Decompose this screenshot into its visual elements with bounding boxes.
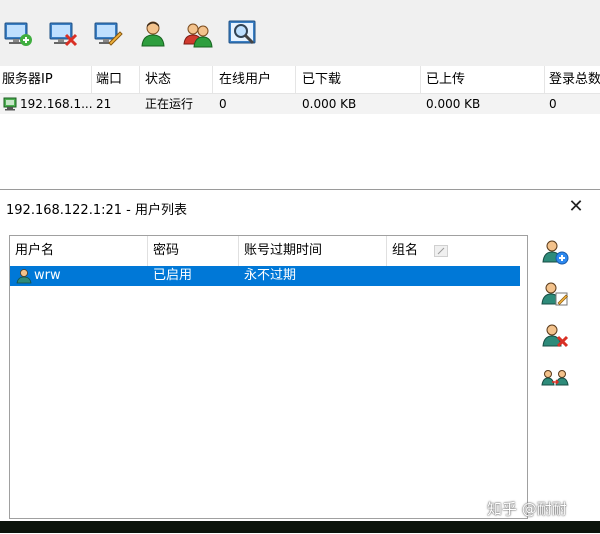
edit-user-icon	[541, 282, 568, 306]
close-icon[interactable]: ✕	[566, 197, 586, 217]
column-header-password[interactable]: 密码	[148, 236, 239, 266]
edit-user-button[interactable]	[541, 280, 569, 308]
delete-user-button[interactable]	[541, 322, 569, 350]
add-user-button[interactable]	[541, 238, 569, 266]
user-list-dialog: 192.168.122.1:21 - 用户列表 ✕ 用户名 密码 账号过期时间 …	[0, 189, 600, 534]
delete-server-button[interactable]	[47, 18, 79, 50]
server-status: 正在运行	[145, 97, 194, 111]
watermark: 知乎 @耐耐	[487, 500, 567, 518]
search-button[interactable]	[227, 18, 259, 50]
column-header-username[interactable]: 用户名	[10, 236, 148, 266]
add-server-icon	[4, 22, 32, 46]
server-login-count: 0	[549, 97, 557, 111]
column-header-group-label: 组名	[392, 243, 419, 258]
column-header-group[interactable]: 组名	[387, 236, 520, 266]
server-downloaded: 0.000 KB	[302, 97, 357, 111]
transfer-user-button[interactable]	[541, 363, 569, 391]
server-table-header: 服务器IP 端口 状态 在线用户 已下载 已上传 登录总数	[0, 66, 600, 94]
toolbar	[0, 0, 600, 66]
user-icon	[16, 269, 32, 284]
sort-indicator-icon	[434, 245, 448, 257]
column-header-login-count[interactable]: 登录总数	[545, 66, 600, 93]
server-uploaded: 0.000 KB	[426, 97, 481, 111]
user-username: wrw	[34, 268, 61, 283]
search-icon	[228, 20, 256, 45]
add-user-icon	[542, 240, 569, 265]
table-row[interactable]: wrw 已启用 永不过期	[10, 266, 520, 286]
add-server-button[interactable]	[2, 18, 34, 50]
column-header-downloaded[interactable]: 已下载	[296, 66, 421, 93]
user-button[interactable]	[137, 18, 169, 50]
edit-server-button[interactable]	[92, 18, 124, 50]
column-header-port[interactable]: 端口	[92, 66, 140, 93]
delete-user-icon	[542, 324, 569, 348]
server-online-users: 0	[219, 97, 227, 111]
column-header-status[interactable]: 状态	[140, 66, 213, 93]
user-expiry: 永不过期	[244, 268, 297, 283]
user-icon	[141, 21, 165, 47]
column-header-ip[interactable]: 服务器IP	[0, 66, 92, 93]
user-password-status: 已启用	[153, 268, 193, 283]
edit-server-icon	[94, 22, 123, 46]
transfer-user-icon	[541, 370, 569, 386]
dialog-title: 192.168.122.1:21 - 用户列表	[6, 203, 187, 218]
server-port: 21	[96, 97, 112, 111]
column-header-online-users[interactable]: 在线用户	[213, 66, 296, 93]
user-list-header: 用户名 密码 账号过期时间 组名	[10, 236, 527, 266]
background-window-edge	[0, 521, 600, 533]
group-icon	[183, 23, 213, 48]
column-header-expiry[interactable]: 账号过期时间	[239, 236, 387, 266]
column-header-uploaded[interactable]: 已上传	[421, 66, 545, 93]
user-list[interactable]: 用户名 密码 账号过期时间 组名 wrw 已启用 永不过期	[9, 235, 528, 519]
table-row[interactable]: 192.168.1... 21 正在运行 0 0.000 KB 0.000 KB…	[0, 94, 600, 114]
server-running-icon	[3, 97, 17, 111]
delete-server-icon	[49, 22, 78, 47]
group-button[interactable]	[182, 18, 214, 50]
server-ip: 192.168.1...	[20, 97, 93, 111]
